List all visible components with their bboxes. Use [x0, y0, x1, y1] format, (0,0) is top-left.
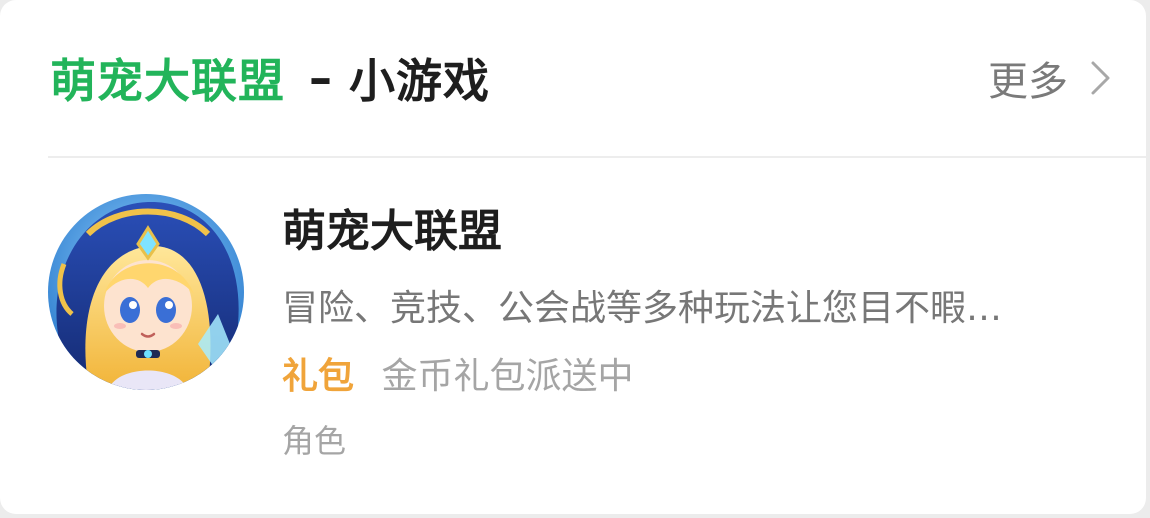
chevron-right-icon	[1091, 61, 1110, 95]
header-divider	[48, 156, 1146, 158]
category-tag: 角色	[282, 422, 347, 460]
more-label: 更多	[988, 59, 1068, 105]
gift-line: 礼包 金币礼包派送中	[282, 344, 1118, 410]
game-avatar[interactable]	[48, 194, 244, 390]
gift-text: 金币礼包派送中	[381, 356, 634, 397]
game-name: 萌宠大联盟	[282, 206, 502, 257]
section-title: 萌宠大联盟 – 小游戏	[50, 45, 490, 111]
game-description: 冒险、竞技、公会战等多种玩法让您目不暇…	[282, 288, 1003, 329]
title-brand: 萌宠大联盟	[50, 54, 285, 108]
game-avatar-image	[48, 194, 244, 390]
title-separator: –	[309, 51, 333, 105]
game-info: 萌宠大联盟 冒险、竞技、公会战等多种玩法让您目不暇… 礼包 金币礼包派送中 角色	[282, 190, 1118, 472]
card-header: 萌宠大联盟 – 小游戏 更多	[0, 0, 1146, 156]
game-list-item[interactable]: 萌宠大联盟 冒险、竞技、公会战等多种玩法让您目不暇… 礼包 金币礼包派送中 角色	[48, 190, 1118, 490]
more-button[interactable]: 更多	[988, 49, 1114, 107]
mini-game-card: 萌宠大联盟 – 小游戏 更多 萌宠大联盟 冒险、竞技、公会战等多种玩法让您目不暇…	[0, 0, 1146, 514]
title-suffix: 小游戏	[349, 54, 490, 108]
gift-tag: 礼包	[282, 356, 355, 397]
